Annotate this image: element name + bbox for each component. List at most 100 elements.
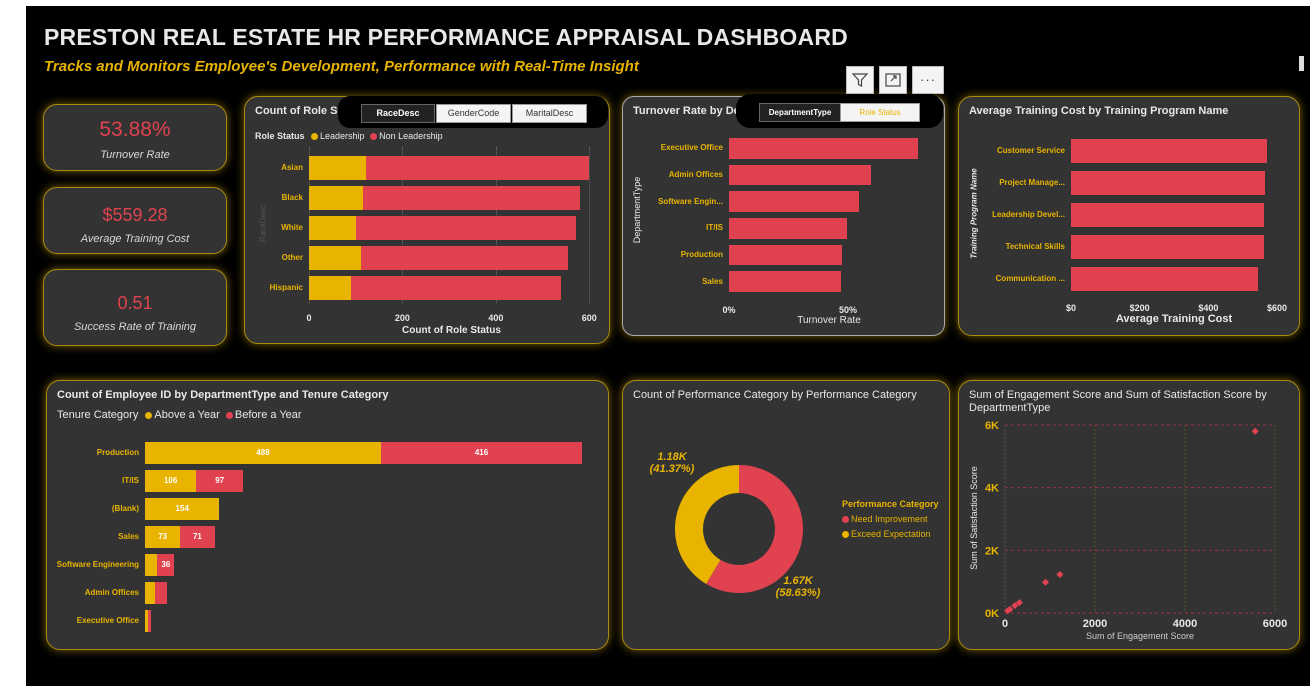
before-a-year-legend-dot xyxy=(225,411,233,419)
need-improvement-legend-dot xyxy=(842,516,849,524)
kpi-training-cost-value: $559.28 xyxy=(102,205,168,225)
non-leadership-legend-dot xyxy=(370,133,378,141)
exceed-expectation-legend-label: Exceed Expectation xyxy=(851,529,931,539)
more-options-icon[interactable]: ··· xyxy=(912,66,944,94)
kpi-turnover-label: Turnover Rate xyxy=(100,149,170,161)
bar-executive-office-before-a-year xyxy=(147,610,151,632)
tenure-chart-title: Count of Employee ID by DepartmentType a… xyxy=(57,389,389,401)
bar-communication xyxy=(1071,266,1259,292)
y-tick-label: Asian xyxy=(281,163,303,172)
exceed-expectation-legend-dot xyxy=(842,531,849,539)
y-tick-label: Project Manage... xyxy=(999,178,1065,187)
role-status-legend: Role Status Leadership Non Leadership xyxy=(255,131,443,141)
bar-sales-before-a-year: 71 xyxy=(180,526,215,548)
kpi-training-cost-label: Average Training Cost xyxy=(80,233,190,245)
x-tick-label: 400 xyxy=(488,313,504,323)
turnover-y-axis-title: DepartmentType xyxy=(632,176,642,244)
bar-sales xyxy=(729,271,841,293)
x-tick-label: 0% xyxy=(722,305,736,315)
y-tick-label: Admin Offices xyxy=(84,588,139,597)
turnover-x-axis-title: Turnover Rate xyxy=(797,315,861,326)
kpi-turnover-value: 53.88% xyxy=(99,118,171,141)
tab-role-status[interactable]: Role Status xyxy=(840,103,920,122)
y-tick-label: Admin Offices xyxy=(668,170,723,179)
bar-software-engineering-above-a-year xyxy=(145,554,158,576)
x-tick-label: $200 xyxy=(1129,303,1150,313)
tenure-plot: Production 488 416 IT/IS 106 97 (Blank) 154 Sale… xyxy=(57,439,585,635)
tab-maritaldesc[interactable]: MaritalDesc xyxy=(512,104,587,123)
y-tick-label: Sales xyxy=(118,532,139,541)
x-tick-label: 600 xyxy=(581,313,597,323)
bar-technical-skills xyxy=(1071,234,1264,260)
role-status-chart-card: Count of Role Stat Role Status Leadershi… xyxy=(244,96,610,344)
engagement-chart-card: Sum of Engagement Score and Sum of Satis… xyxy=(958,380,1300,650)
kpi-training-cost-card: $559.28 Average Training Cost xyxy=(43,187,227,254)
turnover-plot: 0% 50% Executive Office Admin Offices Softwa… xyxy=(658,135,929,315)
dashboard-canvas: PRESTON REAL ESTATE HR PERFORMANCE APPRA… xyxy=(26,6,1310,686)
training-cost-x-axis-title: Average Training Cost xyxy=(1115,313,1233,325)
turnover-slicer: DepartmentType Role Status xyxy=(736,94,943,128)
y-tick-label: Other xyxy=(281,253,303,262)
training-cost-plot: $0 $200 $400 $600 Customer Service Project Ma… xyxy=(992,135,1287,313)
y-tick-label: 4K xyxy=(985,483,999,495)
bar-blank-above-a-year: 154 xyxy=(145,498,220,520)
tab-gendercode[interactable]: GenderCode xyxy=(436,104,511,123)
bar-data-label: 36 xyxy=(161,559,171,569)
tenure-legend: Tenure Category Above a Year Before a Ye… xyxy=(57,409,302,421)
y-tick-label: Executive Office xyxy=(660,143,723,153)
performance-chart-card: Count of Performance Category by Perform… xyxy=(622,380,950,650)
role-status-plot: 0 200 400 600 Asian Black White Other Hispanic xyxy=(270,147,597,323)
bar-data-label: 416 xyxy=(474,447,489,457)
need-improvement-legend-label: Need Improvement xyxy=(851,514,928,524)
y-tick-label: 6K xyxy=(985,420,999,432)
focus-mode-icon[interactable] xyxy=(879,66,907,94)
role-status-slicer: RaceDesc GenderCode MaritalDesc xyxy=(338,96,608,128)
bar-data-label: 97 xyxy=(215,475,225,485)
bar-data-label: 154 xyxy=(175,503,189,513)
donut-label-need: 1.67K (58.63%) xyxy=(763,575,833,599)
bar-software-engin xyxy=(729,191,859,213)
bar-admin-offices xyxy=(729,164,871,186)
x-tick-label: $600 xyxy=(1266,303,1288,313)
bar-software-engineering-before-a-year: 36 xyxy=(157,554,175,576)
x-tick-label: 6000 xyxy=(1263,618,1287,630)
training-cost-chart-card: Average Training Cost by Training Progra… xyxy=(958,96,1300,336)
bar-production xyxy=(729,244,843,266)
y-tick-label: Software Engineering xyxy=(56,560,139,569)
page-title: PRESTON REAL ESTATE HR PERFORMANCE APPRA… xyxy=(44,24,848,50)
tab-racedesc[interactable]: RaceDesc xyxy=(361,104,435,123)
role-status-y-axis-title: RaceDesc xyxy=(258,205,268,242)
x-tick-label: $400 xyxy=(1198,303,1219,313)
y-tick-label: IT/IS xyxy=(706,223,723,233)
training-cost-chart-title: Average Training Cost by Training Progra… xyxy=(969,105,1229,117)
donut-label-need-pct: (58.63%) xyxy=(775,587,821,599)
gridline xyxy=(589,147,591,303)
tenure-legend-title: Tenure Category xyxy=(57,409,139,421)
y-tick-label: Sales xyxy=(702,276,723,286)
bar-asian-leadership xyxy=(309,156,367,180)
bar-production-above-a-year: 488 xyxy=(145,442,381,464)
bar-black-non-leadership xyxy=(363,186,580,210)
kpi-turnover-card: 53.88% Turnover Rate xyxy=(43,104,227,171)
bar-data-label: 73 xyxy=(158,531,168,541)
scrollbar-thumb[interactable] xyxy=(1299,56,1304,71)
bar-executive-office xyxy=(729,137,919,159)
y-tick-label: IT/IS xyxy=(122,476,139,485)
tab-departmenttype[interactable]: DepartmentType xyxy=(759,103,841,122)
x-tick-label: 50% xyxy=(839,305,858,315)
scatter-point xyxy=(1251,427,1259,435)
donut-label-exceed-value: 1.18K xyxy=(657,451,687,463)
filter-icon[interactable] xyxy=(846,66,874,94)
x-tick-label: 0 xyxy=(1002,618,1008,630)
bar-data-label: 71 xyxy=(192,531,202,541)
bar-other-leadership xyxy=(309,246,362,270)
leadership-legend-label: Leadership xyxy=(320,131,365,141)
role-status-chart-title: Count of Role Stat xyxy=(255,105,351,117)
page-subtitle: Tracks and Monitors Employee's Developme… xyxy=(44,58,639,75)
role-status-legend-title: Role Status xyxy=(255,131,305,141)
role-status-x-axis-title: Count of Role Status xyxy=(402,325,501,336)
y-tick-label: Hispanic xyxy=(269,283,303,292)
bar-it-is-before-a-year: 97 xyxy=(196,470,244,492)
above-a-year-legend-label: Above a Year xyxy=(154,409,220,421)
bar-other-non-leadership xyxy=(361,246,568,270)
